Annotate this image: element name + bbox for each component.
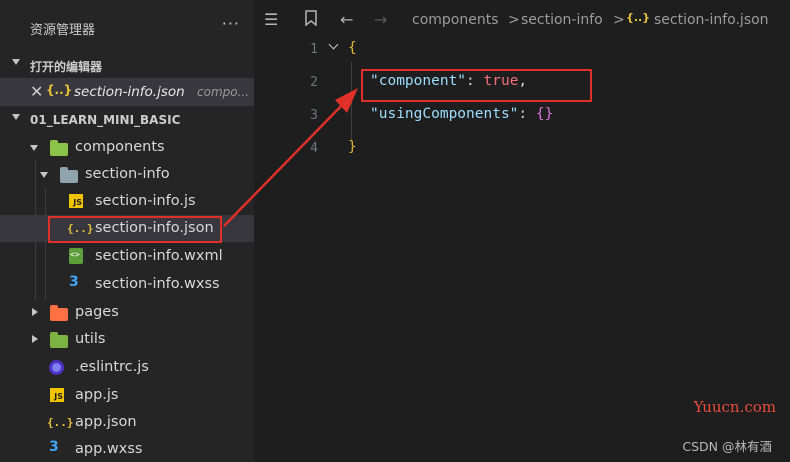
chevron-right-icon bbox=[32, 308, 38, 316]
line-number: 3 bbox=[310, 108, 318, 123]
close-brace: } bbox=[348, 139, 357, 155]
tree-item-eslintrc[interactable]: .eslintrc.js bbox=[0, 354, 254, 381]
back-arrow-icon[interactable]: ← bbox=[340, 10, 353, 29]
chevron-down-icon bbox=[40, 172, 48, 178]
tree-item-label: section-info.wxml bbox=[95, 248, 223, 264]
json-icon: {..} bbox=[626, 11, 651, 24]
line-number: 2 bbox=[310, 75, 318, 90]
tree-item-label: utils bbox=[75, 331, 106, 347]
js-file-icon: JS bbox=[69, 194, 83, 208]
folder-pages-icon bbox=[50, 305, 68, 321]
json-colon: : bbox=[518, 106, 536, 122]
folder-open-icon bbox=[60, 167, 78, 183]
folder-components-icon bbox=[50, 140, 68, 156]
tree-item-utils[interactable]: utils bbox=[0, 326, 254, 353]
json-file-icon: {..} bbox=[47, 416, 74, 429]
breadcrumb-separator: > bbox=[508, 12, 520, 28]
line-number: 1 bbox=[310, 42, 318, 57]
open-editors-label: 打开的编辑器 bbox=[30, 60, 103, 74]
tree-item-label: app.wxss bbox=[75, 441, 143, 457]
list-icon[interactable]: ☰ bbox=[264, 10, 278, 29]
more-actions-icon[interactable]: ··· bbox=[222, 14, 240, 33]
open-editors-section-header[interactable]: 打开的编辑器 bbox=[0, 52, 254, 78]
code-line-using-components: "usingComponents": {} bbox=[370, 106, 553, 122]
breadcrumb-separator: > bbox=[613, 12, 625, 28]
indent-guide bbox=[351, 62, 352, 140]
open-editor-path: compo... bbox=[197, 85, 250, 99]
bookmark-icon[interactable] bbox=[304, 10, 318, 30]
js-file-icon: JS bbox=[50, 388, 64, 402]
chevron-down-icon bbox=[12, 114, 20, 120]
css-file-icon: 3 bbox=[49, 439, 59, 455]
watermark: Yuucn.com bbox=[693, 398, 776, 416]
open-editor-item[interactable]: ✕ {..} section-info.json compo... bbox=[0, 78, 254, 106]
project-section-header[interactable]: 01_LEARN_MINI_BASIC bbox=[0, 107, 254, 133]
project-label: 01_LEARN_MINI_BASIC bbox=[30, 113, 181, 127]
json-value: {} bbox=[535, 106, 554, 122]
line-number: 4 bbox=[310, 141, 318, 156]
chevron-right-icon bbox=[32, 335, 38, 343]
tree-item-components[interactable]: components bbox=[0, 134, 254, 161]
open-brace: { bbox=[348, 40, 357, 56]
breadcrumb-item-section-info[interactable]: section-info bbox=[521, 12, 603, 28]
highlight-box-code bbox=[361, 69, 592, 102]
tree-item-app-json[interactable]: {..} app.json bbox=[0, 409, 254, 436]
tree-item-label: section-info bbox=[85, 166, 170, 182]
breadcrumb-item-file[interactable]: section-info.json bbox=[654, 12, 769, 28]
fold-chevron-icon[interactable] bbox=[328, 39, 339, 50]
tree-item-app-wxss[interactable]: 3 app.wxss bbox=[0, 436, 254, 462]
forward-arrow-icon[interactable]: → bbox=[374, 10, 387, 29]
tree-item-app-js[interactable]: JS app.js bbox=[0, 382, 254, 409]
tree-item-label: section-info.wxss bbox=[95, 276, 220, 292]
tree-item-section-info-wxss[interactable]: 3 section-info.wxss bbox=[0, 271, 254, 298]
tree-item-label: components bbox=[75, 139, 165, 155]
json-icon: {..} bbox=[46, 83, 73, 97]
explorer-header: 资源管理器 ··· bbox=[0, 0, 254, 48]
json-key: "usingComponents" bbox=[370, 106, 519, 122]
wxml-file-icon bbox=[69, 248, 83, 264]
highlight-box-file bbox=[48, 216, 222, 243]
folder-utils-icon bbox=[50, 332, 68, 348]
explorer-title: 资源管理器 bbox=[30, 23, 96, 38]
breadcrumb: ☰ ← → components > section-info > {..} s… bbox=[254, 0, 790, 40]
tree-item-label: app.json bbox=[75, 414, 137, 430]
chevron-down-icon bbox=[30, 145, 38, 151]
chevron-down-icon bbox=[12, 59, 20, 65]
tree-item-section-info-folder[interactable]: section-info bbox=[0, 161, 254, 188]
tree-item-label: section-info.js bbox=[95, 193, 196, 209]
open-editor-filename: section-info.json bbox=[74, 84, 185, 100]
tree-item-section-info-wxml[interactable]: section-info.wxml bbox=[0, 243, 254, 270]
tree-item-label: pages bbox=[75, 304, 119, 320]
tree-item-label: .eslintrc.js bbox=[75, 359, 149, 375]
eslint-icon bbox=[49, 360, 64, 375]
breadcrumb-item-components[interactable]: components bbox=[412, 12, 499, 28]
tree-item-label: app.js bbox=[75, 387, 119, 403]
tree-item-pages[interactable]: pages bbox=[0, 299, 254, 326]
credit-text: CSDN @林有酒 bbox=[682, 439, 772, 454]
tree-item-section-info-js[interactable]: JS section-info.js bbox=[0, 188, 254, 215]
css-file-icon: 3 bbox=[69, 274, 79, 290]
close-icon[interactable]: ✕ bbox=[30, 82, 43, 101]
